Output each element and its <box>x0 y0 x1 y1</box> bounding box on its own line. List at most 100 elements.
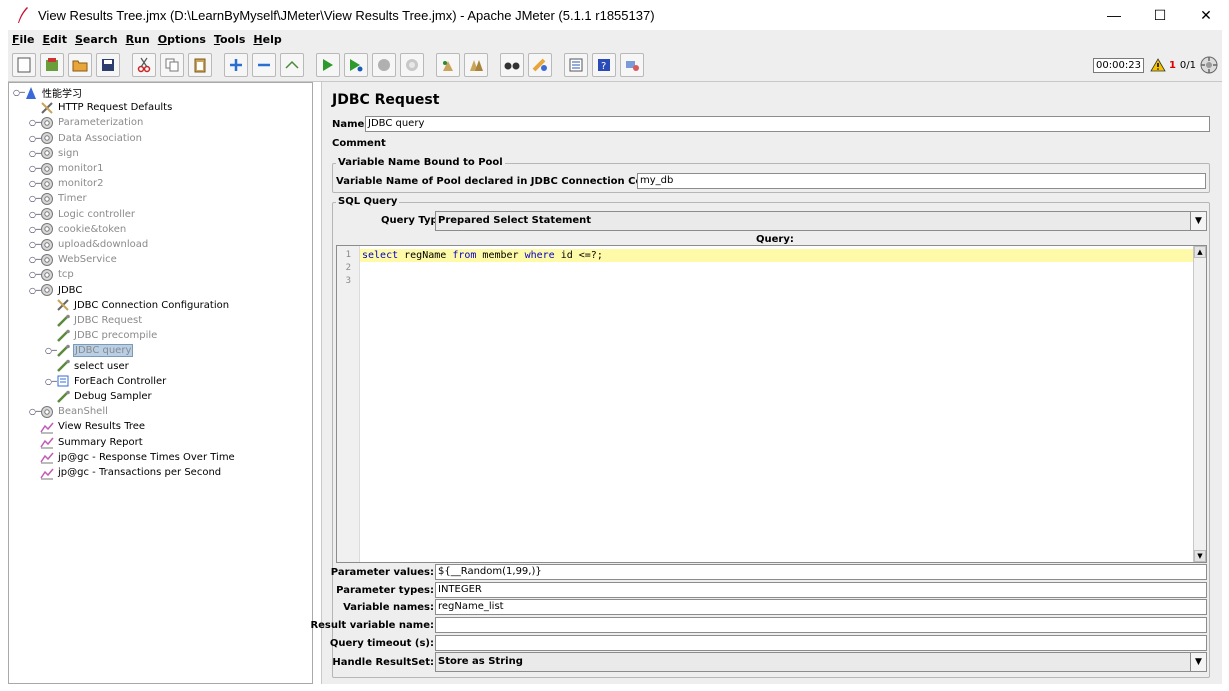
stop-icon[interactable] <box>372 53 396 77</box>
var-names-input[interactable]: regName_list <box>435 599 1207 615</box>
tree-node[interactable]: ○─ Data Association <box>29 131 143 146</box>
tree-expand-handle[interactable]: ○─ <box>29 118 41 127</box>
tree-expand-handle[interactable]: ○─ <box>29 270 41 279</box>
toggle-icon[interactable] <box>280 53 304 77</box>
shutdown-icon[interactable] <box>400 53 424 77</box>
chevron-down-icon[interactable]: ▼ <box>1190 212 1206 230</box>
tree-node[interactable]: jp@gc - Transactions per Second <box>29 465 222 480</box>
open-icon[interactable] <box>68 53 92 77</box>
window-titlebar: View Results Tree.jmx (D:\LearnByMyself\… <box>0 0 1229 30</box>
tree-node[interactable]: ○─ tcp <box>29 267 75 282</box>
threadgroup-icon <box>39 207 55 221</box>
remote-icon[interactable] <box>620 53 644 77</box>
collapse-all-icon[interactable] <box>252 53 276 77</box>
minimize-button[interactable]: — <box>1091 0 1137 30</box>
scroll-down-icon[interactable]: ▼ <box>1194 550 1206 562</box>
tree-expand-handle[interactable]: ○─ <box>29 240 41 249</box>
tree-node[interactable]: Debug Sampler <box>45 389 153 404</box>
tree-expand-handle[interactable]: ○─ <box>45 346 57 355</box>
scroll-up-icon[interactable]: ▲ <box>1194 246 1206 258</box>
comments-input[interactable] <box>386 135 1210 151</box>
query-type-select[interactable]: Prepared Select Statement ▼ <box>435 211 1207 231</box>
menu-search[interactable]: Search <box>75 33 118 46</box>
tree-node[interactable]: HTTP Request Defaults <box>29 100 173 115</box>
tree-node[interactable]: JDBC Request <box>45 313 143 328</box>
pool-input[interactable]: my_db <box>637 173 1206 189</box>
tree-node[interactable]: ○─ Timer <box>29 191 88 206</box>
line-number: 3 <box>345 276 351 286</box>
tree-node[interactable]: ○─ ForEach Controller <box>45 374 167 389</box>
tree-expand-handle[interactable]: ○─ <box>29 134 41 143</box>
tree-expand-handle[interactable]: ○─ <box>45 377 57 386</box>
tree-expand-handle[interactable]: ○─ <box>29 407 41 416</box>
menu-edit[interactable]: Edit <box>43 33 67 46</box>
maximize-button[interactable]: ☐ <box>1137 0 1183 30</box>
clear-icon[interactable] <box>436 53 460 77</box>
function-helper-icon[interactable] <box>564 53 588 77</box>
menu-file[interactable]: File <box>12 33 35 46</box>
tree-node-label: monitor1 <box>58 163 104 174</box>
test-plan-tree[interactable]: ○─ 性能学习 HTTP Request Defaults ○─ Parameteriz… <box>8 82 313 684</box>
start-no-pauses-icon[interactable] <box>344 53 368 77</box>
tree-node[interactable]: ○─ 性能学习 <box>13 85 83 100</box>
tree-node[interactable]: JDBC Connection Configuration <box>45 298 230 313</box>
tree-node[interactable]: ○─ cookie&token <box>29 222 127 237</box>
tree-expand-handle[interactable]: ○─ <box>29 255 41 264</box>
threadgroup-icon <box>39 222 55 236</box>
cut-icon[interactable] <box>132 53 156 77</box>
copy-icon[interactable] <box>160 53 184 77</box>
tree-node[interactable]: ○─ sign <box>29 146 80 161</box>
param-types-input[interactable]: INTEGER <box>435 582 1207 598</box>
name-input[interactable]: JDBC query <box>365 116 1210 132</box>
tree-node[interactable]: ○─ upload&download <box>29 237 149 252</box>
chevron-down-icon[interactable]: ▼ <box>1190 653 1206 671</box>
tree-node[interactable]: select user <box>45 359 130 374</box>
tree-expand-handle[interactable]: ○─ <box>29 179 41 188</box>
tree-node[interactable]: ○─ Parameterization <box>29 115 144 130</box>
tree-node[interactable]: ○─ JDBC query <box>45 343 134 358</box>
tree-expand-handle[interactable]: ○─ <box>29 194 41 203</box>
save-icon[interactable] <box>96 53 120 77</box>
warning-icon[interactable] <box>1150 58 1166 72</box>
templates-icon[interactable] <box>40 53 64 77</box>
tree-expand-handle[interactable]: ○─ <box>29 286 41 295</box>
result-var-input[interactable] <box>435 617 1207 633</box>
sampler-icon <box>55 344 71 358</box>
query-type-value: Prepared Select Statement <box>438 215 592 226</box>
tree-node[interactable]: ○─ JDBC <box>29 283 83 298</box>
param-values-input[interactable]: ${__Random(1,99,)} <box>435 564 1207 580</box>
tree-expand-handle[interactable]: ○─ <box>13 88 25 97</box>
tree-node[interactable]: ○─ monitor2 <box>29 176 105 191</box>
menu-help[interactable]: Help <box>253 33 281 46</box>
tree-expand-handle[interactable]: ○─ <box>29 164 41 173</box>
paste-icon[interactable] <box>188 53 212 77</box>
handle-resultset-select[interactable]: Store as String ▼ <box>435 652 1207 672</box>
tree-node[interactable]: ○─ WebService <box>29 252 118 267</box>
timeout-input[interactable] <box>435 635 1207 651</box>
menu-tools[interactable]: Tools <box>214 33 245 46</box>
editor-scrollbar[interactable]: ▲ ▼ <box>1193 246 1206 562</box>
menu-options[interactable]: Options <box>158 33 206 46</box>
start-icon[interactable] <box>316 53 340 77</box>
tree-node[interactable]: ○─ monitor1 <box>29 161 105 176</box>
menu-run[interactable]: Run <box>126 33 150 46</box>
tree-node[interactable]: View Results Tree <box>29 419 146 434</box>
sampler-icon <box>55 390 71 404</box>
tree-node[interactable]: ○─ Logic controller <box>29 207 136 222</box>
search-icon[interactable] <box>500 53 524 77</box>
tree-expand-handle[interactable]: ○─ <box>29 225 41 234</box>
tree-node[interactable]: Summary Report <box>29 435 144 450</box>
new-icon[interactable] <box>12 53 36 77</box>
tree-node[interactable]: ○─ BeanShell <box>29 404 109 419</box>
sql-query-editor[interactable]: 1 2 3 select regName from member where i… <box>336 245 1207 563</box>
clear-all-icon[interactable] <box>464 53 488 77</box>
sql-code-line[interactable]: select regName from member where id <=?; <box>360 249 1195 262</box>
tree-node[interactable]: JDBC precompile <box>45 328 158 343</box>
tree-node[interactable]: jp@gc - Response Times Over Time <box>29 450 236 465</box>
reset-search-icon[interactable] <box>528 53 552 77</box>
tree-expand-handle[interactable]: ○─ <box>29 210 41 219</box>
expand-all-icon[interactable] <box>224 53 248 77</box>
close-button[interactable]: ✕ <box>1183 0 1229 30</box>
tree-expand-handle[interactable]: ○─ <box>29 149 41 158</box>
help-icon[interactable]: ? <box>592 53 616 77</box>
